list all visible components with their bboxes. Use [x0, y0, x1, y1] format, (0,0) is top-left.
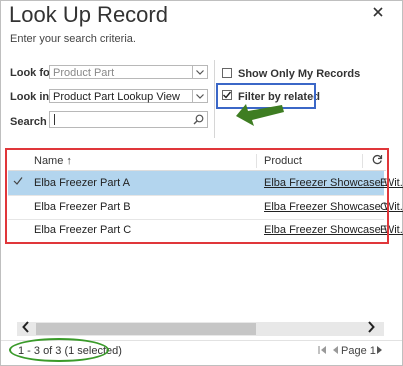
search-input[interactable] [49, 111, 208, 128]
page-number: Page 1 [341, 345, 376, 357]
scrollbar-thumb[interactable] [36, 323, 256, 335]
look-in-value: Product Part Lookup View [53, 91, 180, 103]
chevron-down-icon [192, 90, 207, 102]
look-for-select[interactable]: Product Part [49, 65, 208, 79]
next-page-icon[interactable] [376, 345, 384, 358]
chevron-down-icon [192, 66, 207, 78]
close-icon[interactable] [372, 5, 384, 21]
previous-page-icon[interactable] [331, 345, 339, 358]
scroll-right-icon[interactable] [367, 321, 375, 336]
status-highlight-ellipse [9, 338, 109, 362]
text-cursor [54, 114, 55, 125]
form-divider [214, 60, 215, 138]
search-label: Search [10, 116, 47, 128]
look-in-label: Look in [10, 91, 50, 103]
show-only-my-records-checkbox[interactable] [222, 68, 232, 78]
first-page-icon[interactable] [318, 345, 328, 358]
dialog-subtitle: Enter your search criteria. [10, 33, 136, 45]
search-icon[interactable] [193, 114, 204, 128]
look-for-value: Product Part [53, 67, 115, 79]
grid-highlight-box [5, 148, 389, 244]
look-for-label: Look for [10, 67, 54, 79]
show-only-my-records-label: Show Only My Records [238, 68, 361, 80]
scroll-left-icon[interactable] [22, 321, 30, 336]
look-in-select[interactable]: Product Part Lookup View [49, 89, 208, 103]
dialog-title: Look Up Record [9, 2, 168, 27]
green-arrow-icon [236, 104, 284, 126]
